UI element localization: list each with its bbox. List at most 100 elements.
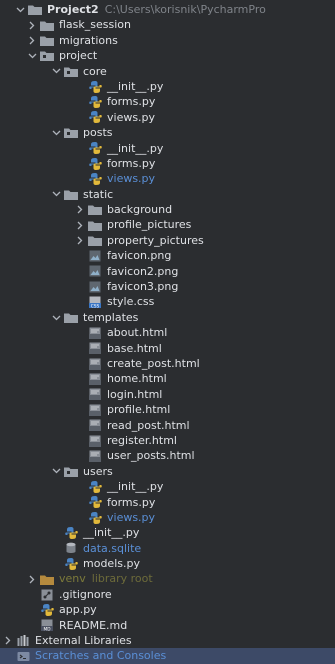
tree-row-scratches[interactable]: Scratches and Consoles: [0, 648, 335, 664]
python-file-icon: [88, 142, 102, 155]
tree-row-label: create_post.html: [107, 356, 200, 370]
tree-row-app-py[interactable]: app.py: [0, 602, 335, 617]
tree-row-posts-views[interactable]: views.py: [0, 171, 335, 186]
tree-row-label: forms.py: [107, 156, 156, 170]
chevron-right-icon[interactable]: [74, 236, 86, 245]
chevron-right-icon[interactable]: [2, 636, 14, 645]
chevron-right-icon[interactable]: [74, 221, 86, 230]
tree-row-label: read_post.html: [107, 418, 190, 432]
tree-row-core-forms[interactable]: forms.py: [0, 94, 335, 109]
html-file-icon: [88, 419, 102, 432]
tree-row-label: favicon.png: [107, 249, 172, 263]
tree-row-favicon[interactable]: favicon.png: [0, 248, 335, 263]
python-file-icon: [88, 480, 102, 493]
chevron-down-icon[interactable]: [50, 191, 62, 197]
chevron-down-icon[interactable]: [50, 130, 62, 136]
tree-row-label: login.html: [107, 387, 163, 401]
tree-row-venv[interactable]: venv library root: [0, 571, 335, 586]
folder-icon: [40, 35, 54, 46]
tree-row-label: venv: [59, 572, 86, 586]
tree-row-project[interactable]: project: [0, 48, 335, 63]
tree-row-core-init[interactable]: __init__.py: [0, 79, 335, 94]
chevron-down-icon[interactable]: [50, 68, 62, 74]
tree-row-favicon3[interactable]: favicon3.png: [0, 279, 335, 294]
chevron-right-icon[interactable]: [26, 21, 38, 30]
tree-row-label: background: [107, 203, 173, 217]
tree-row-users-views[interactable]: views.py: [0, 510, 335, 525]
image-file-icon: [88, 281, 102, 293]
tree-row-users-forms[interactable]: forms.py: [0, 495, 335, 510]
tree-row-project2[interactable]: Project2 C:\Users\korisnik\PycharmPro: [0, 2, 335, 17]
image-file-icon: [88, 265, 102, 277]
tree-row-posts[interactable]: posts: [0, 125, 335, 140]
tree-row-core-views[interactable]: views.py: [0, 110, 335, 125]
tree-row-templates[interactable]: templates: [0, 310, 335, 325]
python-file-icon: [64, 526, 78, 539]
folder-icon: [64, 189, 78, 200]
project-tree: Project2 C:\Users\korisnik\PycharmPro fl…: [0, 0, 335, 664]
chevron-down-icon[interactable]: [14, 7, 26, 13]
tree-row-flask-session[interactable]: flask_session: [0, 17, 335, 32]
chevron-right-icon[interactable]: [26, 575, 38, 584]
tree-row-label: views.py: [107, 110, 156, 124]
tree-row-base-html[interactable]: base.html: [0, 341, 335, 356]
tree-row-property-pictures[interactable]: property_pictures: [0, 233, 335, 248]
html-file-icon: [88, 358, 102, 370]
tree-row-profile-pictures[interactable]: profile_pictures: [0, 217, 335, 232]
tree-row-user-posts-html[interactable]: user_posts.html: [0, 448, 335, 463]
folder-icon: [64, 312, 78, 323]
tree-row-project-init[interactable]: __init__.py: [0, 525, 335, 540]
tree-row-migrations[interactable]: migrations: [0, 33, 335, 48]
html-file-icon: [88, 404, 102, 416]
tree-row-label: base.html: [107, 341, 162, 355]
scratches-icon: [16, 651, 30, 662]
python-file-icon: [88, 511, 102, 524]
tree-row-label: static: [83, 187, 114, 201]
tree-row-favicon2[interactable]: favicon2.png: [0, 264, 335, 279]
tree-row-register-html[interactable]: register.html: [0, 433, 335, 448]
chevron-right-icon[interactable]: [74, 205, 86, 214]
chevron-down-icon[interactable]: [50, 468, 62, 474]
html-file-icon: [88, 327, 102, 339]
libraries-icon: [16, 635, 30, 647]
html-file-icon: [88, 388, 102, 401]
library-root-hint: library root: [91, 572, 153, 586]
tree-row-login-html[interactable]: login.html: [0, 387, 335, 402]
tree-row-label: register.html: [107, 433, 177, 447]
python-file-icon: [40, 603, 54, 616]
tree-row-profile-html[interactable]: profile.html: [0, 402, 335, 417]
tree-row-data-sqlite[interactable]: data.sqlite: [0, 541, 335, 556]
folder-icon: [88, 235, 102, 247]
python-file-icon: [88, 157, 102, 170]
tree-row-gitignore[interactable]: .gitignore: [0, 587, 335, 602]
tree-row-external-libraries[interactable]: External Libraries: [0, 633, 335, 648]
html-file-icon: [88, 450, 102, 463]
tree-row-read-post-html[interactable]: read_post.html: [0, 418, 335, 433]
tree-row-label: favicon3.png: [107, 280, 179, 294]
tree-row-static[interactable]: static: [0, 187, 335, 202]
chevron-right-icon[interactable]: [26, 36, 38, 45]
tree-row-users[interactable]: users: [0, 464, 335, 479]
tree-row-home-html[interactable]: home.html: [0, 371, 335, 386]
tree-row-posts-init[interactable]: __init__.py: [0, 141, 335, 156]
chevron-down-icon[interactable]: [26, 53, 38, 59]
python-file-icon: [88, 111, 102, 124]
chevron-down-icon[interactable]: [50, 315, 62, 321]
tree-row-users-init[interactable]: __init__.py: [0, 479, 335, 494]
package-folder-icon: [64, 466, 78, 477]
tree-row-label: project: [59, 49, 98, 63]
tree-row-label: views.py: [107, 172, 156, 186]
python-file-icon: [88, 80, 102, 93]
tree-row-about-html[interactable]: about.html: [0, 325, 335, 340]
markdown-file-icon: MD: [40, 619, 54, 632]
tree-row-posts-forms[interactable]: forms.py: [0, 156, 335, 171]
tree-row-create-post-html[interactable]: create_post.html: [0, 356, 335, 371]
tree-row-label: README.md: [59, 618, 128, 632]
tree-row-background[interactable]: background: [0, 202, 335, 217]
tree-row-core[interactable]: core: [0, 64, 335, 79]
svg-text:MD: MD: [43, 627, 51, 632]
svg-text:CSS: CSS: [91, 303, 100, 308]
tree-row-style-css[interactable]: CSS style.css: [0, 294, 335, 309]
tree-row-readme[interactable]: MD README.md: [0, 618, 335, 633]
tree-row-models-py[interactable]: models.py: [0, 556, 335, 571]
